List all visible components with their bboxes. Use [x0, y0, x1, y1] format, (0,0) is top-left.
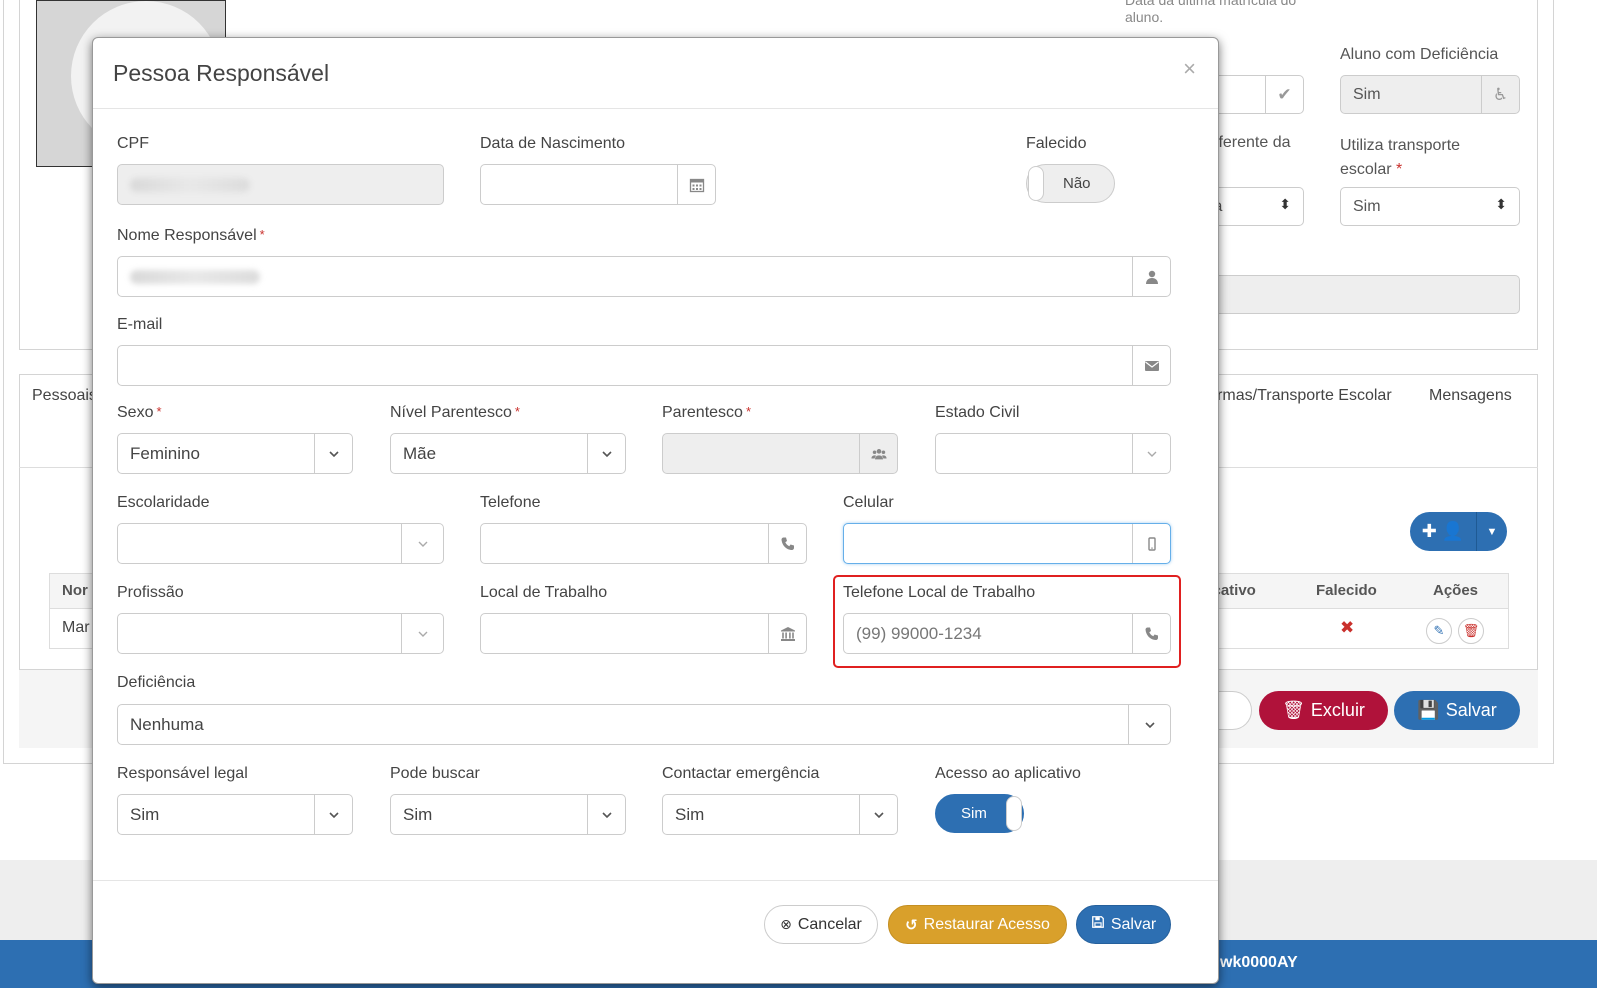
- acesso-aplicativo-toggle[interactable]: Sim: [935, 794, 1024, 833]
- row-nome: Mar: [62, 619, 90, 636]
- falecido-label: Falecido: [1026, 135, 1087, 152]
- calendar-icon[interactable]: [677, 165, 715, 204]
- deficiencia-label: Deficiência: [117, 674, 196, 691]
- trash-icon[interactable]: 🗑: [1458, 618, 1484, 644]
- chevron-down-icon: [587, 434, 625, 473]
- phone-icon: [1132, 614, 1170, 653]
- estado-civil-select[interactable]: [935, 433, 1171, 474]
- local-trabalho-field[interactable]: [480, 613, 807, 654]
- sexo-label: Sexo *: [117, 404, 162, 421]
- col-acoes: Ações: [1433, 582, 1479, 599]
- col-nome: Nor: [62, 582, 88, 599]
- parentesco-field[interactable]: [662, 433, 898, 474]
- bank-icon: [768, 614, 806, 653]
- contactar-emergencia-select[interactable]: Sim: [662, 794, 898, 835]
- cancelar-button[interactable]: ⊗ Cancelar: [764, 905, 878, 944]
- user-icon: [1132, 257, 1170, 296]
- email-field[interactable]: [117, 345, 1171, 386]
- plus-user-icon: ✚ 👤: [1421, 521, 1465, 541]
- email-label: E-mail: [117, 316, 163, 333]
- chevron-down-icon: [1128, 705, 1170, 744]
- restaurar-acesso-button[interactable]: ↺ Restaurar Acesso: [888, 905, 1067, 944]
- data-nascimento-label: Data de Nascimento: [480, 135, 625, 152]
- cpf-label: CPF: [117, 135, 149, 152]
- save-icon: [1091, 915, 1105, 934]
- caret-down-icon: ▼: [1486, 525, 1498, 538]
- times-circle-icon: ⊗: [780, 916, 792, 932]
- mobile-icon: [1132, 524, 1170, 563]
- telefone-field[interactable]: [480, 523, 807, 564]
- data-nascimento-field[interactable]: [480, 164, 716, 205]
- sort-icon: ⬍: [1279, 196, 1291, 212]
- local-trabalho-label: Local de Trabalho: [480, 584, 608, 601]
- hint-text: Data da última matrícula do aluno.: [1125, 0, 1297, 25]
- contactar-emergencia-label: Contactar emergência: [662, 765, 820, 782]
- phone-icon: [768, 524, 806, 563]
- wheelchair-icon: ♿: [1481, 76, 1519, 113]
- deficiencia-select[interactable]: Nenhuma: [117, 704, 1171, 745]
- escolaridade-select[interactable]: [117, 523, 444, 564]
- pode-buscar-select[interactable]: Sim: [390, 794, 626, 835]
- tab-turmas-transporte[interactable]: Turmas/Transporte Escolar: [1199, 387, 1392, 405]
- acesso-aplicativo-label: Acesso ao aplicativo: [935, 765, 1081, 782]
- parentesco-label: Parentesco *: [662, 404, 751, 421]
- toggle-knob: [1028, 166, 1044, 201]
- chevron-down-icon: [401, 524, 443, 563]
- nome-field[interactable]: [117, 256, 1171, 297]
- telefone-local-trabalho-field[interactable]: (99) 99000-1234: [843, 613, 1171, 654]
- cpf-field[interactable]: [117, 164, 444, 205]
- envelope-icon: [1132, 346, 1170, 385]
- nome-label: Nome Responsável *: [117, 227, 265, 244]
- salvar-bg-button[interactable]: 💾 Salvar: [1394, 691, 1520, 730]
- chevron-down-icon: [859, 795, 897, 834]
- responsavel-legal-select[interactable]: Sim: [117, 794, 353, 835]
- chevron-down-icon: [314, 795, 352, 834]
- transporte-label: Utiliza transporte escolar *: [1340, 137, 1461, 178]
- check-icon: ✔: [1265, 76, 1303, 113]
- close-icon[interactable]: ×: [1183, 56, 1196, 82]
- edit-icon[interactable]: ✎: [1426, 618, 1452, 644]
- falecido-x-icon: ✖: [1340, 618, 1355, 637]
- profissao-select[interactable]: [117, 613, 444, 654]
- responsavel-legal-label: Responsável legal: [117, 765, 248, 782]
- telefone-local-trabalho-label: Telefone Local de Trabalho: [843, 584, 1036, 601]
- chevron-down-icon: [587, 795, 625, 834]
- falecido-toggle[interactable]: Não: [1026, 164, 1115, 203]
- profissao-label: Profissão: [117, 584, 184, 601]
- save-icon: 💾: [1417, 700, 1440, 720]
- users-icon: [859, 434, 897, 473]
- aluno-deficiencia-label: Aluno com Deficiência: [1340, 46, 1499, 63]
- pode-buscar-label: Pode buscar: [390, 765, 480, 782]
- escolaridade-label: Escolaridade: [117, 494, 210, 511]
- modal-title: Pessoa Responsável: [113, 60, 330, 86]
- transporte-select[interactable]: Sim ⬍: [1340, 187, 1520, 226]
- history-icon: ↺: [905, 916, 918, 934]
- telefone-label: Telefone: [480, 494, 541, 511]
- nivel-parentesco-label: Nível Parentesco *: [390, 404, 520, 421]
- chevron-down-icon: [314, 434, 352, 473]
- tab-pessoais[interactable]: Pessoais: [32, 387, 97, 405]
- cpf-redacted: [130, 177, 250, 192]
- chevron-down-icon: [401, 614, 443, 653]
- celular-label: Celular: [843, 494, 894, 511]
- col-falecido: Falecido: [1316, 582, 1377, 599]
- sexo-select[interactable]: Feminino: [117, 433, 353, 474]
- tab-mensagens[interactable]: Mensagens: [1429, 387, 1512, 405]
- aluno-deficiencia-field[interactable]: Sim ♿: [1340, 75, 1520, 114]
- celular-field[interactable]: [843, 523, 1171, 564]
- add-person-button[interactable]: ✚ 👤: [1410, 512, 1476, 551]
- estado-civil-label: Estado Civil: [935, 404, 1020, 421]
- chevron-down-icon: [1132, 434, 1170, 473]
- pessoa-responsavel-modal: Pessoa Responsável × CPF Data de Nascime…: [92, 37, 1219, 984]
- nome-redacted: [130, 269, 260, 284]
- toggle-knob: [1006, 796, 1022, 831]
- excluir-button[interactable]: 🗑 Excluir: [1259, 691, 1388, 730]
- nivel-parentesco-select[interactable]: Mãe: [390, 433, 626, 474]
- salvar-button[interactable]: Salvar: [1076, 905, 1171, 944]
- sort-icon: ⬍: [1495, 196, 1507, 212]
- trash-icon: 🗑: [1282, 700, 1305, 720]
